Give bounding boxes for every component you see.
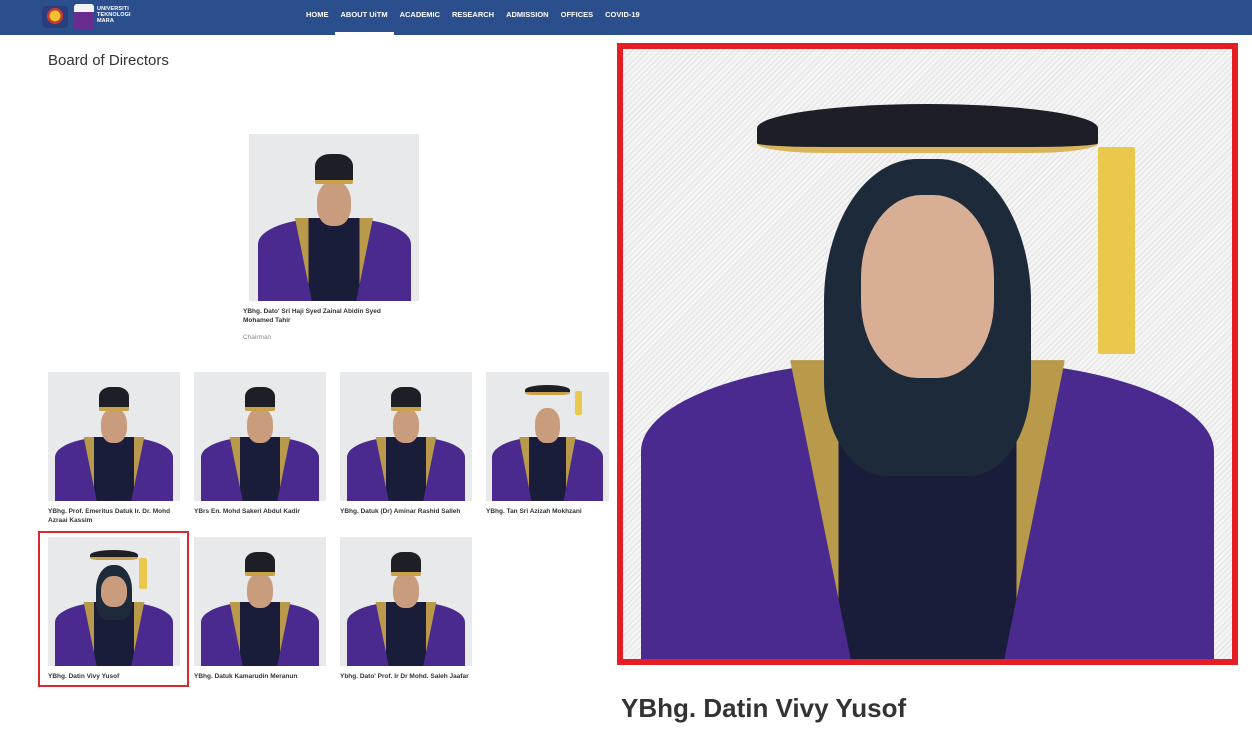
director-name[interactable]: YBhg. Datuk (Dr) Aminar Rashid Salleh	[340, 507, 472, 516]
director-name[interactable]: YBrs En. Mohd Sakeri Abdul Kadir	[194, 507, 326, 516]
nav-home[interactable]: HOME	[300, 0, 335, 35]
director-card[interactable]: YBhg. Prof. Emeritus Datuk Ir. Dr. Mohd …	[48, 372, 180, 525]
director-photo[interactable]	[340, 537, 472, 666]
malaysia-crest-logo[interactable]	[42, 6, 68, 28]
chairman-card[interactable]: YBhg. Dato' Sri Haji Syed Zainal Abidin …	[243, 134, 419, 341]
director-card[interactable]: YBhg. Datuk Kamarudin Meranun	[194, 537, 326, 681]
uitm-logo-text: UNIVERSITI TEKNOLOGI MARA	[97, 6, 131, 24]
nav-research[interactable]: RESEARCH	[446, 0, 500, 35]
director-name[interactable]: YBhg. Datuk Kamarudin Meranun	[194, 672, 326, 681]
highlighted-director-name: YBhg. Datin Vivy Yusof	[621, 693, 907, 723]
chairman-name[interactable]: YBhg. Dato' Sri Haji Syed Zainal Abidin …	[243, 307, 403, 325]
highlight-box-small	[38, 531, 189, 687]
logo-text-line: MARA	[97, 18, 114, 24]
director-photo[interactable]	[340, 372, 472, 501]
director-card[interactable]: YBhg. Datuk (Dr) Aminar Rashid Salleh	[340, 372, 472, 516]
director-photo[interactable]	[194, 537, 326, 666]
chairman-photo[interactable]	[249, 134, 419, 301]
top-navigation-bar: UNIVERSITI TEKNOLOGI MARA HOME ABOUT UiT…	[0, 0, 1252, 35]
nav-offices[interactable]: OFFICES	[555, 0, 600, 35]
director-card[interactable]: YBrs En. Mohd Sakeri Abdul Kadir	[194, 372, 326, 516]
nav-academic[interactable]: ACADEMIC	[394, 0, 446, 35]
director-photo[interactable]	[48, 372, 180, 501]
uitm-logo[interactable]	[74, 4, 94, 30]
director-name[interactable]: Ybhg. Dato' Prof. Ir Dr Mohd. Saleh Jaaf…	[340, 672, 472, 681]
director-name[interactable]: YBhg. Prof. Emeritus Datuk Ir. Dr. Mohd …	[48, 507, 180, 525]
nav-about-uitm[interactable]: ABOUT UiTM	[334, 0, 394, 35]
director-photo[interactable]	[194, 372, 326, 501]
director-name[interactable]: YBhg. Tan Sri Azizah Mokhzani	[486, 507, 610, 516]
director-card[interactable]: YBhg. Tan Sri Azizah Mokhzani	[486, 372, 610, 516]
chairman-role: Chairman	[243, 334, 272, 341]
nav-covid-19[interactable]: COVID-19	[599, 0, 646, 35]
main-nav: HOME ABOUT UiTM ACADEMIC RESEARCH ADMISS…	[300, 0, 646, 35]
director-photo[interactable]	[486, 372, 609, 501]
highlight-portrait-zoom	[617, 43, 1238, 665]
page-title: Board of Directors	[48, 52, 169, 69]
nav-admission[interactable]: ADMISSION	[500, 0, 555, 35]
director-card[interactable]: Ybhg. Dato' Prof. Ir Dr Mohd. Saleh Jaaf…	[340, 537, 472, 681]
